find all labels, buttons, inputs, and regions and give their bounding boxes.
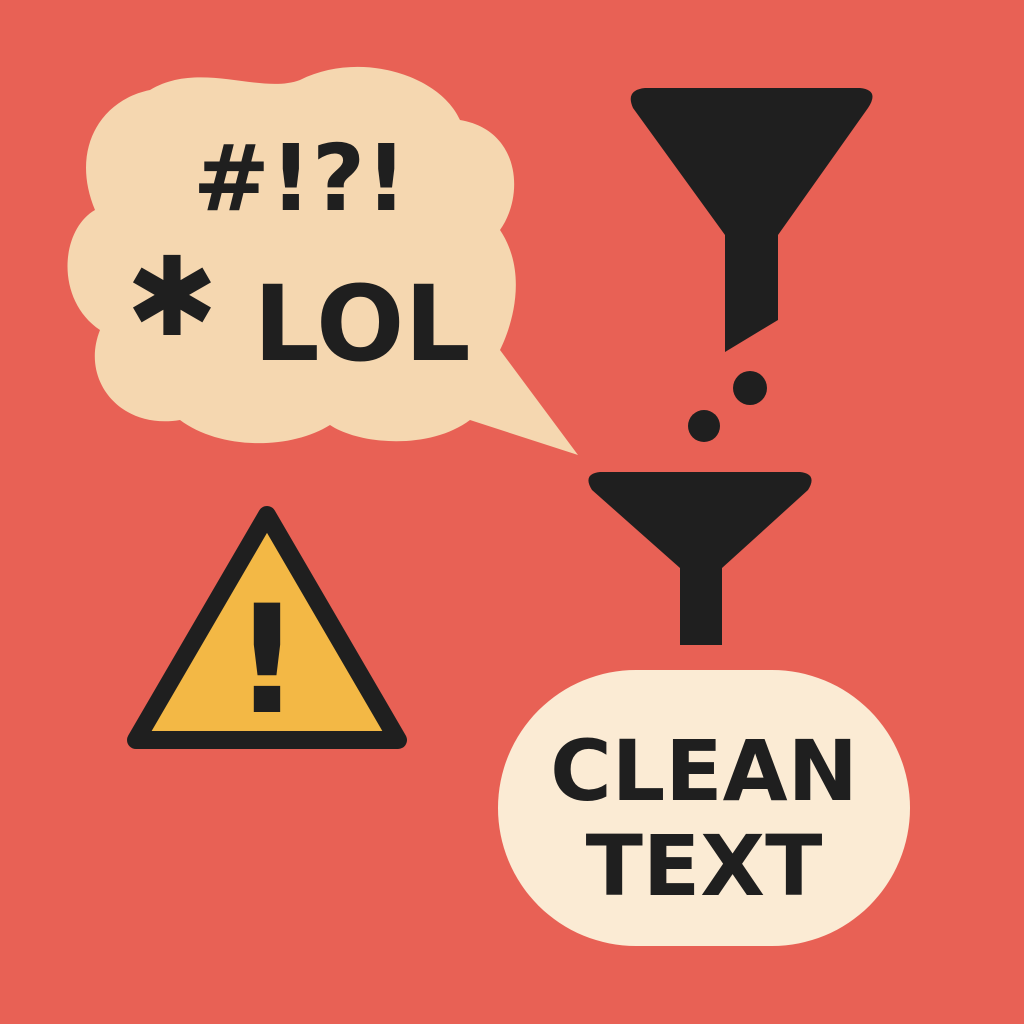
speech-bubble-symbols: #!?! (193, 125, 407, 232)
droplet (733, 371, 767, 405)
illustration: #!?! ✱ LOL ! CLEAN TEXT (0, 0, 1024, 1024)
asterisk-icon: ✱ (126, 233, 218, 361)
droplet (688, 410, 720, 442)
clean-text-bubble: CLEAN TEXT (498, 670, 910, 946)
clean-text-line-2: TEXT (586, 817, 823, 915)
exclamation-mark: ! (233, 574, 301, 748)
speech-bubble-lol: LOL (253, 263, 470, 385)
clean-text-line-1: CLEAN (550, 722, 858, 820)
illustration-canvas: #!?! ✱ LOL ! CLEAN TEXT (0, 0, 1024, 1024)
